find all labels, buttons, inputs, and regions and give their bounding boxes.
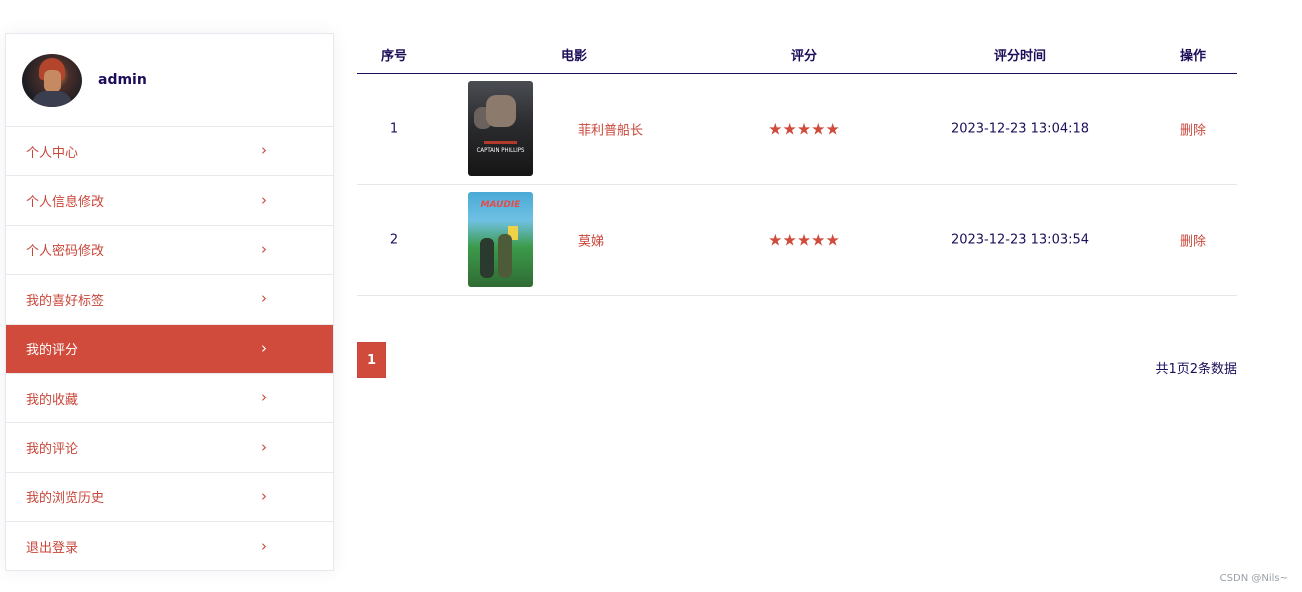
header-rating: 评分 xyxy=(790,49,818,64)
chevron-right-icon: › xyxy=(261,487,267,506)
rating-time: 2023-12-23 13:04:18 xyxy=(950,121,1090,137)
pagination-summary: 共1页2条数据 xyxy=(1155,362,1237,377)
menu-item-label: 个人中心 xyxy=(26,145,79,161)
table-row: 1 CAPTAIN PHILLIPS 菲利普船长 ★★★★★ 2023-12-2… xyxy=(357,74,1237,185)
poster-title: CAPTAIN PHILLIPS xyxy=(476,147,525,154)
user-sidebar: admin 个人中心 › 个人信息修改 › 个人密码修改 › 我的喜好标签 › … xyxy=(5,33,334,571)
poster-title: MAUDIE xyxy=(480,200,521,210)
menu-item-my-comments[interactable]: 我的评论 › xyxy=(6,423,333,473)
movie-title-link[interactable]: 莫娣 xyxy=(578,231,604,250)
row-index: 1 xyxy=(389,121,399,137)
page-button-current[interactable]: 1 xyxy=(357,342,386,378)
table-header: 序号 电影 评分 评分时间 操作 xyxy=(357,33,1237,74)
star-rating: ★★★★★ xyxy=(768,230,840,250)
chevron-right-icon: › xyxy=(261,289,267,308)
menu-item-label: 退出登录 xyxy=(26,541,79,557)
table-row: 2 MAUDIE 莫娣 ★★★★★ 2023-12-23 13:03:54 删除 xyxy=(357,185,1237,296)
menu-item-label: 个人密码修改 xyxy=(26,244,105,260)
header-index: 序号 xyxy=(380,49,408,64)
delete-link[interactable]: 删除 xyxy=(1180,231,1206,250)
menu-item-label: 个人信息修改 xyxy=(26,195,105,211)
menu-item-edit-password[interactable]: 个人密码修改 › xyxy=(6,226,333,276)
header-movie: 电影 xyxy=(560,49,588,64)
profile-header: admin xyxy=(6,34,333,127)
menu-item-preference-tags[interactable]: 我的喜好标签 › xyxy=(6,275,333,325)
menu-item-label: 我的评分 xyxy=(26,343,79,359)
chevron-right-icon: › xyxy=(261,240,267,259)
row-index: 2 xyxy=(389,232,399,248)
chevron-right-icon: › xyxy=(261,338,267,357)
menu-item-label: 我的评论 xyxy=(26,442,79,458)
ratings-table: 序号 电影 评分 评分时间 操作 1 CAPTAIN PHILLIPS 菲利普船… xyxy=(357,33,1237,296)
delete-link[interactable]: 删除 xyxy=(1180,120,1206,139)
menu-item-label: 我的喜好标签 xyxy=(26,293,105,309)
movie-poster[interactable]: MAUDIE xyxy=(468,192,533,287)
star-rating: ★★★★★ xyxy=(768,119,840,139)
rating-time: 2023-12-23 13:03:54 xyxy=(950,232,1090,248)
menu-item-label: 我的浏览历史 xyxy=(26,491,105,507)
header-time: 评分时间 xyxy=(993,49,1047,64)
chevron-right-icon: › xyxy=(261,141,267,160)
menu-item-browse-history[interactable]: 我的浏览历史 › xyxy=(6,473,333,523)
movie-title-link[interactable]: 菲利普船长 xyxy=(578,120,643,139)
username: admin xyxy=(98,72,147,88)
menu-item-label: 我的收藏 xyxy=(26,392,79,408)
menu-item-edit-info[interactable]: 个人信息修改 › xyxy=(6,176,333,226)
chevron-right-icon: › xyxy=(261,536,267,555)
menu-item-my-favorites[interactable]: 我的收藏 › xyxy=(6,374,333,424)
header-action: 操作 xyxy=(1179,49,1207,64)
chevron-right-icon: › xyxy=(261,437,267,456)
chevron-right-icon: › xyxy=(261,388,267,407)
movie-poster[interactable]: CAPTAIN PHILLIPS xyxy=(468,81,533,176)
chevron-right-icon: › xyxy=(261,190,267,209)
menu-item-my-ratings[interactable]: 我的评分 › xyxy=(6,324,333,374)
watermark: CSDN @Nils~ xyxy=(1219,573,1288,584)
menu-item-profile-center[interactable]: 个人中心 › xyxy=(6,127,333,177)
menu-item-logout[interactable]: 退出登录 › xyxy=(6,522,333,571)
avatar[interactable] xyxy=(22,53,82,107)
